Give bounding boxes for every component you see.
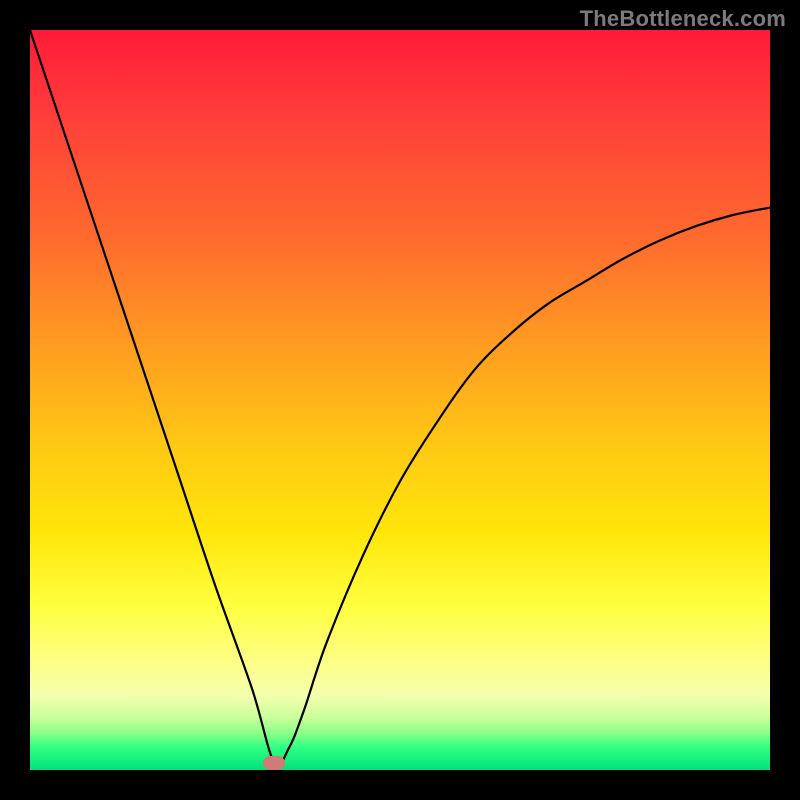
watermark-label: TheBottleneck.com — [580, 6, 786, 32]
chart-frame: TheBottleneck.com — [0, 0, 800, 800]
bottleneck-curve — [30, 30, 770, 770]
plot-area — [30, 30, 770, 770]
optimal-point-marker — [263, 756, 285, 770]
